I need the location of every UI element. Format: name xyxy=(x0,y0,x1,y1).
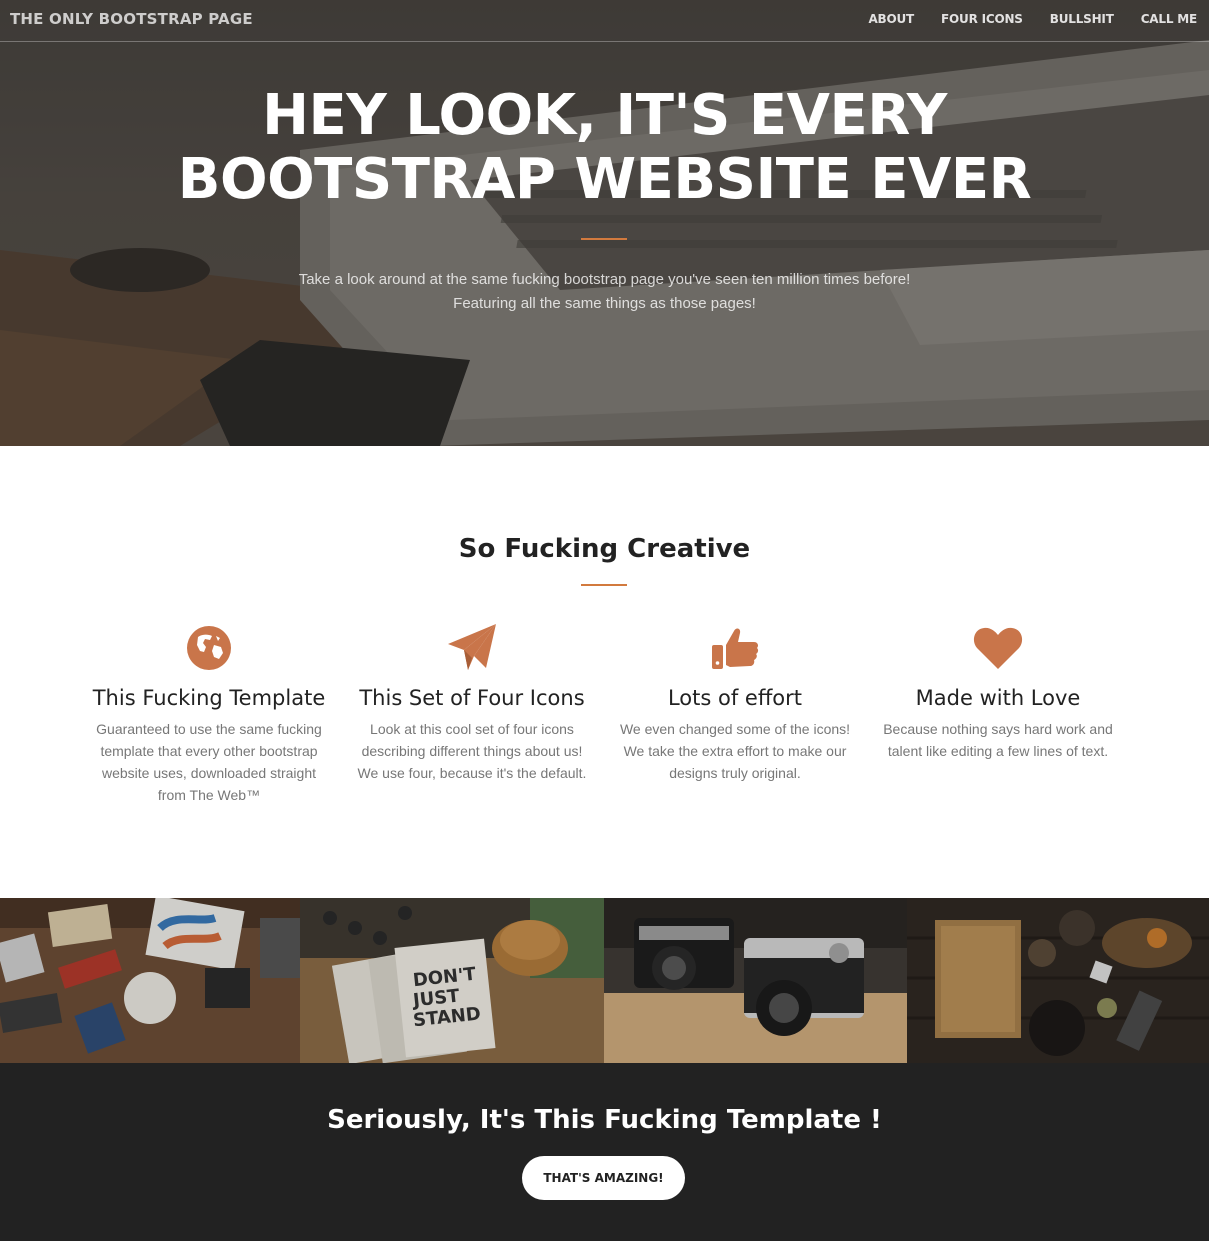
portfolio-strip: DON'T JUST STAND xyxy=(0,898,1209,1063)
thats-amazing-button[interactable]: THAT'S AMAZING! xyxy=(522,1156,685,1200)
cta-title: Seriously, It's This Fucking Template ! xyxy=(327,1105,882,1135)
portfolio-image-3[interactable] xyxy=(604,898,907,1063)
service-title: This Fucking Template xyxy=(92,686,326,710)
hero-background-image xyxy=(0,0,1209,446)
services-divider xyxy=(581,584,627,586)
globe-icon xyxy=(84,622,334,674)
services-title: So Fucking Creative xyxy=(458,534,751,564)
service-item-effort: Lots of effort We even changed some of t… xyxy=(610,622,860,784)
brand-link[interactable]: THE ONLY BOOTSTRAP PAGE xyxy=(10,10,253,28)
service-title: Made with Love xyxy=(915,686,1081,710)
hero-title-line2: BOOTSTRAP WEBSITE EVER xyxy=(177,147,1032,212)
nav-link-call-me[interactable]: CALL ME xyxy=(1141,12,1198,26)
portfolio-image-1[interactable] xyxy=(0,898,300,1063)
service-item-icons: This Set of Four Icons Look at this cool… xyxy=(347,622,597,784)
cta-section: Seriously, It's This Fucking Template ! … xyxy=(0,1063,1209,1241)
service-item-love: Made with Love Because nothing says hard… xyxy=(873,622,1123,762)
hero-subtitle-line1: Take a look around at the same fucking b… xyxy=(298,271,911,288)
top-navbar: THE ONLY BOOTSTRAP PAGE ABOUT FOUR ICONS… xyxy=(0,0,1209,42)
hero-subtitle: Take a look around at the same fucking b… xyxy=(0,268,1209,316)
portfolio-image-2[interactable]: DON'T JUST STAND xyxy=(300,898,604,1063)
heart-icon xyxy=(873,622,1123,674)
nav-link-bullshit[interactable]: BULLSHIT xyxy=(1050,12,1114,26)
service-text: Look at this cool set of four icons desc… xyxy=(357,721,587,781)
hero-subtitle-line2: Featuring all the same things as those p… xyxy=(453,295,756,312)
nav-links: ABOUT FOUR ICONS BULLSHIT CALL ME xyxy=(841,12,1197,26)
service-text: We even changed some of the icons! We ta… xyxy=(619,721,851,781)
service-text: Guaranteed to use the same fucking templ… xyxy=(96,721,322,803)
nav-link-four-icons[interactable]: FOUR ICONS xyxy=(941,12,1023,26)
thumbs-up-icon xyxy=(610,622,860,674)
paper-plane-icon xyxy=(347,622,597,674)
service-text: Because nothing says hard work and talen… xyxy=(883,721,1113,759)
hero-divider xyxy=(581,238,627,240)
service-item-template: This Fucking Template Guaranteed to use … xyxy=(84,622,334,806)
service-title: This Set of Four Icons xyxy=(359,686,585,710)
nav-link-about[interactable]: ABOUT xyxy=(868,12,914,26)
portfolio-image-4[interactable] xyxy=(907,898,1209,1063)
hero-title-line1: HEY LOOK, IT'S EVERY xyxy=(262,83,947,148)
service-title: Lots of effort xyxy=(667,686,803,710)
hero-section: HEY LOOK, IT'S EVERY BOOTSTRAP WEBSITE E… xyxy=(0,0,1209,446)
hero-title: HEY LOOK, IT'S EVERY BOOTSTRAP WEBSITE E… xyxy=(0,84,1209,212)
